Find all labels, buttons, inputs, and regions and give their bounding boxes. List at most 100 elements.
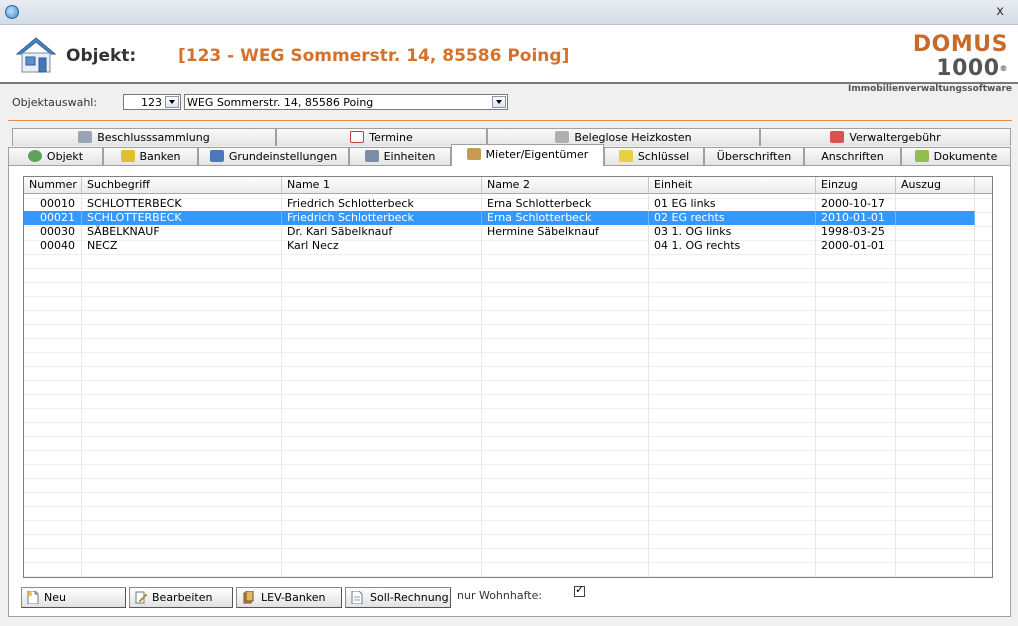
calendar-icon — [350, 131, 365, 143]
table-cell: Erna Schlotterbeck — [482, 197, 649, 211]
table-cell — [482, 239, 649, 253]
bank-icon — [120, 150, 135, 162]
logo-main-text: DOMUS — [912, 32, 1008, 57]
column-header-name2[interactable]: Name 2 — [482, 177, 649, 194]
soll-rechnung-label: Soll-Rechnung — [370, 591, 449, 604]
table-cell: Friedrich Schlotterbeck — [282, 197, 482, 211]
tenant-owner-table[interactable]: Nummer Suchbegriff Name 1 Name 2 Einheit… — [23, 176, 993, 578]
tab-banken[interactable]: Banken — [103, 147, 198, 165]
table-cell: Karl Necz — [282, 239, 482, 253]
network-icon — [209, 150, 224, 162]
table-cell — [896, 211, 975, 225]
globe-icon — [27, 150, 42, 162]
lev-banken-label: LEV-Banken — [261, 591, 326, 604]
new-document-icon — [27, 591, 39, 604]
table-row[interactable]: 00040 NECZ Karl Necz 04 1. OG rechts 2000-01… — [24, 239, 975, 253]
close-button[interactable]: x — [996, 4, 1004, 19]
logo-reg-mark: ® — [999, 64, 1008, 73]
window-titlebar: x — [0, 0, 1018, 25]
table-cell — [896, 225, 975, 239]
edit-button[interactable]: Bearbeiten — [129, 587, 233, 608]
tab-mieter-eigentuemer[interactable]: Mieter/Eigentümer — [451, 144, 604, 166]
tab-label: Dokumente — [933, 150, 998, 163]
object-title: [123 - WEG Sommerstr. 14, 85586 Poing] — [178, 46, 570, 66]
table-row[interactable]: 00030 SÄBELKNAUF Dr. Karl Säbelknauf Hermin… — [24, 225, 975, 239]
object-selector-row: Objektauswahl: 123 WEG Sommerstr. 14, 85… — [0, 84, 1018, 120]
tab-ueberschriften[interactable]: Überschriften — [704, 147, 804, 165]
tab-label: Grundeinstellungen — [228, 150, 338, 163]
object-name-combo[interactable]: WEG Sommerstr. 14, 85586 Poing — [184, 94, 508, 110]
new-button[interactable]: Neu — [21, 587, 126, 608]
tab-schluessel[interactable]: Schlüssel — [604, 147, 704, 165]
object-number-combo[interactable]: 123 — [123, 94, 181, 110]
chevron-down-icon[interactable] — [165, 96, 179, 108]
table-cell: SCHLOTTERBECK — [82, 211, 282, 225]
table-cell — [896, 197, 975, 211]
column-header-nummer[interactable]: Nummer — [24, 177, 82, 194]
tab-label: Verwaltergebühr — [849, 131, 941, 144]
table-cell: Dr. Karl Säbelknauf — [282, 225, 482, 239]
tab-objekt[interactable]: Objekt — [8, 147, 103, 165]
invoice-icon — [351, 591, 363, 604]
table-cell: Friedrich Schlotterbeck — [282, 211, 482, 225]
key-icon — [618, 150, 633, 162]
table-cell — [896, 239, 975, 253]
table-cell: 1998-03-25 — [816, 225, 896, 239]
tab-label: Einheiten — [383, 150, 436, 163]
soll-rechnung-button[interactable]: Soll-Rechnung — [345, 587, 451, 608]
table-cell: 02 EG rechts — [649, 211, 816, 225]
table-cell: 04 1. OG rechts — [649, 239, 816, 253]
lev-banken-button[interactable]: LEV-Banken — [236, 587, 342, 608]
column-header-suchbegriff[interactable]: Suchbegriff — [82, 177, 282, 194]
tab-label: Schlüssel — [637, 150, 690, 163]
object-header: Objekt: [123 - WEG Sommerstr. 14, 85586 … — [0, 25, 1018, 95]
table-cell: Hermine Säbelknauf — [482, 225, 649, 239]
people-icon — [466, 148, 481, 160]
object-label: Objekt: — [66, 46, 137, 66]
tab-verwaltergebuehr[interactable]: Verwaltergebühr — [760, 128, 1011, 146]
column-header-filler — [975, 177, 992, 194]
nur-wohnhafte-label: nur Wohnhafte: — [457, 589, 543, 602]
table-cell: SÄBELKNAUF — [82, 225, 282, 239]
house-icon — [15, 37, 57, 73]
object-selector-label: Objektauswahl: — [12, 96, 98, 109]
table-cell: 00040 — [24, 239, 82, 253]
table-cell: 2000-10-17 — [816, 197, 896, 211]
column-header-einzug[interactable]: Einzug — [816, 177, 896, 194]
column-header-einheit[interactable]: Einheit — [649, 177, 816, 194]
header-divider — [8, 120, 1012, 121]
tab-grundeinstellungen[interactable]: Grundeinstellungen — [198, 147, 349, 165]
book-icon — [78, 131, 93, 143]
tab-label: Banken — [139, 150, 181, 163]
object-name-value: WEG Sommerstr. 14, 85586 Poing — [187, 96, 374, 109]
tab-einheiten[interactable]: Einheiten — [349, 147, 451, 165]
tab-beschlusssammlung[interactable]: Beschlusssammlung — [12, 128, 276, 146]
table-row[interactable]: 00010 SCHLOTTERBECK Friedrich Schlotterbec… — [24, 197, 975, 211]
tab-label: Termine — [369, 131, 413, 144]
tab-label: Beschlusssammlung — [97, 131, 210, 144]
chevron-down-icon[interactable] — [492, 96, 506, 108]
tab-label: Überschriften — [716, 150, 792, 163]
table-row[interactable]: 00021 SCHLOTTERBECK Friedrich Schlotterbec… — [24, 211, 975, 225]
column-header-name1[interactable]: Name 1 — [282, 177, 482, 194]
tab-anschriften[interactable]: Anschriften — [804, 147, 901, 165]
documents-icon — [914, 150, 929, 162]
building-icon — [364, 150, 379, 162]
edit-button-label: Bearbeiten — [152, 591, 213, 604]
edit-icon — [135, 591, 147, 604]
tab-label: Mieter/Eigentümer — [485, 148, 589, 161]
table-cell: Erna Schlotterbeck — [482, 211, 649, 225]
column-header-auszug[interactable]: Auszug — [896, 177, 975, 194]
tab-label: Beleglose Heizkosten — [574, 131, 692, 144]
bank-icon — [243, 591, 254, 604]
nur-wohnhafte-checkbox[interactable] — [574, 583, 585, 597]
table-cell: 00010 — [24, 197, 82, 211]
table-cell: 00021 — [24, 211, 82, 225]
heating-icon — [555, 131, 570, 143]
table-cell: 03 1. OG links — [649, 225, 816, 239]
tab-dokumente[interactable]: Dokumente — [901, 147, 1011, 165]
table-cell: 00030 — [24, 225, 82, 239]
table-cell: 01 EG links — [649, 197, 816, 211]
object-number-value: 123 — [141, 96, 162, 109]
domus-logo: DOMUS 1000® Immobilienverwaltungssoftwar… — [848, 32, 1012, 95]
